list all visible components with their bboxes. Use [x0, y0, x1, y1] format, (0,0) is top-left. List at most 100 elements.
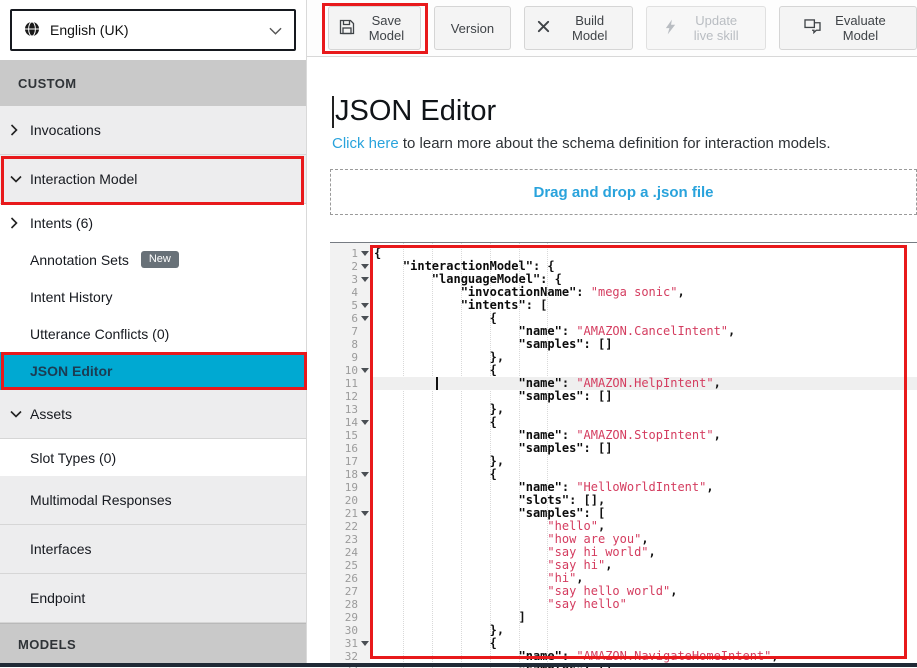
gutter-line-number[interactable]: 29: [330, 611, 370, 624]
gutter-line-number[interactable]: 9: [330, 351, 370, 364]
gutter-line-number[interactable]: 30: [330, 624, 370, 637]
gutter-line-number[interactable]: 27: [330, 585, 370, 598]
sidebar-nav: Invocations Interaction Model Intents (6) A…: [0, 106, 306, 623]
button-label: Update live skill: [685, 13, 747, 43]
fold-arrow-icon[interactable]: [361, 316, 369, 321]
gutter-line-number[interactable]: 28: [330, 598, 370, 611]
chevron-right-icon: [10, 217, 30, 229]
chevron-down-icon: [10, 175, 30, 183]
sidebar-item-interfaces[interactable]: Interfaces: [0, 525, 306, 574]
button-label: Save Model: [363, 13, 410, 43]
gutter-line-number[interactable]: 3: [330, 273, 370, 286]
sidebar-item-invocations[interactable]: Invocations: [0, 106, 306, 155]
gutter-line-number[interactable]: 17: [330, 455, 370, 468]
sidebar-item-slot-types-0[interactable]: Slot Types (0): [0, 439, 306, 476]
sidebar-item-label: Interfaces: [30, 541, 91, 557]
sidebar-item-label: Interaction Model: [30, 171, 137, 187]
editor-code-area[interactable]: { "interactionModel": { "languageModel":…: [370, 243, 917, 668]
gutter-line-number[interactable]: 25: [330, 559, 370, 572]
fold-arrow-icon[interactable]: [361, 303, 369, 308]
chat-icon: [804, 19, 821, 37]
sidebar-section-models: MODELS: [0, 623, 306, 664]
fold-arrow-icon[interactable]: [361, 277, 369, 282]
main-content: Save Model Version Build Model Update live …: [307, 0, 917, 667]
sidebar-item-label: Endpoint: [30, 590, 85, 606]
gutter-line-number[interactable]: 2: [330, 260, 370, 273]
gutter-line-number[interactable]: 24: [330, 546, 370, 559]
json-dropzone[interactable]: Drag and drop a .json file: [330, 169, 917, 215]
page-title: JSON Editor: [332, 95, 917, 128]
editor-cursor: [436, 377, 438, 390]
build-icon: [536, 19, 551, 37]
chevron-down-icon: [10, 410, 30, 418]
fold-arrow-icon[interactable]: [361, 420, 369, 425]
sidebar-item-endpoint[interactable]: Endpoint: [0, 574, 306, 623]
sidebar-item-interaction-model[interactable]: Interaction Model: [0, 155, 306, 204]
gutter-line-number[interactable]: 8: [330, 338, 370, 351]
gutter-line-number[interactable]: 31: [330, 637, 370, 650]
version-button[interactable]: Version: [434, 6, 511, 50]
gutter-line-number[interactable]: 1: [330, 247, 370, 260]
bolt-icon: [664, 19, 677, 38]
button-label: Version: [451, 21, 494, 36]
gutter-line-number[interactable]: 12: [330, 390, 370, 403]
gutter-line-number[interactable]: 26: [330, 572, 370, 585]
gutter-line-number[interactable]: 11: [330, 377, 370, 390]
fold-arrow-icon[interactable]: [361, 368, 369, 373]
sidebar-item-intents-6[interactable]: Intents (6): [0, 204, 306, 241]
fold-arrow-icon[interactable]: [361, 472, 369, 477]
gutter-line-number[interactable]: 4: [330, 286, 370, 299]
json-code-editor[interactable]: 1234567891011121314151617181920212223242…: [330, 242, 917, 668]
gutter-line-number[interactable]: 14: [330, 416, 370, 429]
build-model-button[interactable]: Build Model: [524, 6, 633, 50]
click-here-link[interactable]: Click here: [332, 135, 399, 152]
gutter-line-number[interactable]: 23: [330, 533, 370, 546]
gutter-line-number[interactable]: 21: [330, 507, 370, 520]
gutter-line-number[interactable]: 15: [330, 429, 370, 442]
sidebar-item-label: Intents (6): [30, 215, 93, 231]
dropzone-label: Drag and drop a .json file: [533, 184, 713, 201]
gutter-line-number[interactable]: 19: [330, 481, 370, 494]
sidebar-item-assets[interactable]: Assets: [0, 390, 306, 439]
gutter-line-number[interactable]: 13: [330, 403, 370, 416]
globe-icon: [24, 21, 40, 40]
sidebar-item-label: Assets: [30, 406, 72, 422]
save-model-button[interactable]: Save Model: [328, 6, 421, 50]
sidebar-item-json-editor[interactable]: JSON Editor: [0, 352, 306, 390]
sidebar-item-multimodal-responses[interactable]: Multimodal Responses: [0, 476, 306, 525]
fold-arrow-icon[interactable]: [361, 251, 369, 256]
fold-arrow-icon[interactable]: [361, 641, 369, 646]
sidebar-item-annotation-sets[interactable]: Annotation Sets New: [0, 241, 306, 278]
gutter-line-number[interactable]: 16: [330, 442, 370, 455]
chevron-right-icon: [10, 124, 30, 136]
chevron-down-icon: [269, 22, 282, 38]
locale-label: English (UK): [50, 22, 259, 38]
sidebar-item-label: Multimodal Responses: [30, 492, 172, 508]
sidebar-item-label: Slot Types (0): [30, 450, 116, 466]
sidebar-item-label: JSON Editor: [30, 363, 112, 379]
sidebar-item-label: Annotation Sets: [30, 252, 129, 268]
locale-selector-wrap: English (UK): [0, 0, 306, 60]
gutter-line-number[interactable]: 6: [330, 312, 370, 325]
gutter-line-number[interactable]: 22: [330, 520, 370, 533]
gutter-line-number[interactable]: 20: [330, 494, 370, 507]
update-live-skill-button[interactable]: Update live skill: [646, 6, 766, 50]
evaluate-model-button[interactable]: Evaluate Model: [779, 6, 917, 50]
gutter-line-number[interactable]: 10: [330, 364, 370, 377]
locale-selector[interactable]: English (UK): [10, 9, 296, 51]
fold-arrow-icon[interactable]: [361, 264, 369, 269]
sidebar-item-label: Intent History: [30, 289, 112, 305]
sidebar-section-custom: CUSTOM: [0, 60, 306, 106]
gutter-line-number[interactable]: 7: [330, 325, 370, 338]
bottom-edge-strip: [0, 663, 917, 667]
sidebar-item-intent-history[interactable]: Intent History: [0, 278, 306, 315]
gutter-line-number[interactable]: 5: [330, 299, 370, 312]
new-badge: New: [141, 251, 179, 268]
sidebar-item-utterance-conflicts-0[interactable]: Utterance Conflicts (0): [0, 315, 306, 352]
gutter-line-number[interactable]: 32: [330, 650, 370, 663]
button-label: Build Model: [559, 13, 621, 43]
sidebar: English (UK) CUSTOM Invocations Interacti…: [0, 0, 307, 667]
schema-help-text: Click here to learn more about the schem…: [332, 135, 917, 152]
fold-arrow-icon[interactable]: [361, 511, 369, 516]
gutter-line-number[interactable]: 18: [330, 468, 370, 481]
